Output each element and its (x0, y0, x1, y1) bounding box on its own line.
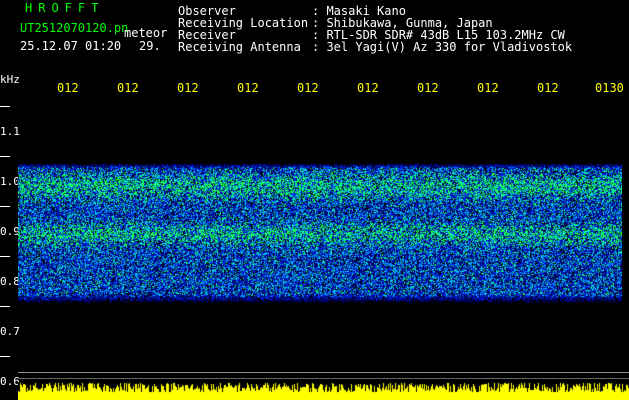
antenna-value: : 3el Yagi(V) Az 330 for Vladivostok (312, 40, 573, 54)
baseline-line (18, 378, 629, 379)
y-tick-label: 0.9 (0, 225, 20, 238)
datetime-label: 25.12.07 01:20 (20, 39, 122, 53)
y-tick-mark (0, 256, 10, 257)
x-tick-label: 012 (237, 81, 259, 95)
antenna-key: Receiving Antenna (178, 40, 301, 54)
app-title: HROFFT (25, 1, 105, 15)
y-tick-label: 0.7 (0, 325, 20, 338)
x-tick-label: 012 (357, 81, 379, 95)
image-filename: UT2512070120.pn (20, 21, 129, 35)
y-tick-mark (0, 156, 10, 157)
x-tick-label: 012 (117, 81, 139, 95)
mode-label: meteor (124, 26, 168, 40)
baseline-line (18, 372, 629, 373)
y-tick-label: 1.1 (0, 125, 20, 138)
x-tick-label: 012 (297, 81, 319, 95)
y-tick-mark (0, 106, 10, 107)
x-tick-label: 012 (477, 81, 499, 95)
x-tick-label: 012 (177, 81, 199, 95)
x-tick-label: 012 (57, 81, 79, 95)
y-tick-label: 0.6 (0, 375, 20, 388)
x-tick-label: 012 (537, 81, 559, 95)
y-tick-label: 1.0 (0, 175, 20, 188)
y-unit-label: kHz (0, 73, 20, 86)
hrofft-screen: HROFFT UT2512070120.pn meteor 25.12.07 0… (0, 0, 629, 400)
y-tick-label: 0.8 (0, 275, 20, 288)
x-tick-label: 012 (417, 81, 439, 95)
signal-level-bars (18, 382, 629, 400)
y-tick-mark (0, 306, 10, 307)
x-tick-label: 0130 (595, 81, 624, 95)
y-tick-mark (0, 206, 10, 207)
spectrogram-canvas (18, 162, 622, 304)
y-tick-mark (0, 356, 10, 357)
count-label: 29. (139, 39, 161, 53)
